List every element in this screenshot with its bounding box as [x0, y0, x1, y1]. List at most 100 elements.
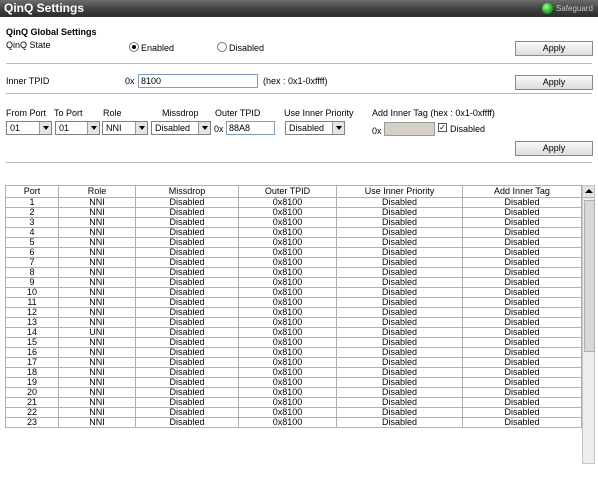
inner-tag-input[interactable]: [384, 122, 435, 136]
missdrop-cell: Disabled: [135, 417, 239, 428]
use-inner-priority-cell: Disabled: [336, 317, 463, 328]
role-cell: NNI: [58, 357, 136, 368]
table-row: 9 NNI Disabled 0x8100 Disabled Disabled: [5, 277, 582, 288]
title-bar: QinQ Settings Safeguard: [0, 0, 598, 17]
use-inner-priority-cell: Disabled: [336, 237, 463, 248]
outer-tpid-input[interactable]: 88A8: [226, 121, 275, 135]
add-inner-tag-cell: Disabled: [462, 327, 582, 338]
role-cell: NNI: [58, 227, 136, 238]
port-cell: 10: [5, 287, 59, 298]
table-scrollbar[interactable]: [582, 185, 595, 464]
table-row: 5 NNI Disabled 0x8100 Disabled Disabled: [5, 237, 582, 248]
role-label: Role: [103, 108, 122, 118]
use-inner-priority-cell: Disabled: [336, 247, 463, 258]
add-inner-tag-cell: Disabled: [462, 247, 582, 258]
table-row: 20 NNI Disabled 0x8100 Disabled Disabled: [5, 387, 582, 398]
use-inner-priority-cell: Disabled: [336, 267, 463, 278]
missdrop-cell: Disabled: [135, 327, 239, 338]
add-inner-tag-cell: Disabled: [462, 347, 582, 358]
missdrop-cell: Disabled: [135, 237, 239, 248]
port-cell: 5: [5, 237, 59, 248]
missdrop-cell: Disabled: [135, 397, 239, 408]
missdrop-cell: Disabled: [135, 197, 239, 208]
add-inner-tag-cell: Disabled: [462, 407, 582, 418]
role-cell: NNI: [58, 307, 136, 318]
outer-tpid-cell: 0x8100: [238, 357, 337, 368]
add-inner-tag-cell: Disabled: [462, 267, 582, 278]
scroll-up-arrow-icon[interactable]: [583, 186, 594, 198]
from-port-select[interactable]: 01: [6, 121, 52, 135]
missdrop-label: Missdrop: [162, 108, 199, 118]
use-inner-priority-select[interactable]: Disabled: [285, 121, 345, 135]
to-port-label: To Port: [54, 108, 83, 118]
qinq-enabled-radio[interactable]: [129, 42, 139, 52]
table-row: 16 NNI Disabled 0x8100 Disabled Disabled: [5, 347, 582, 358]
use-inner-priority-cell: Disabled: [336, 227, 463, 238]
table-row: 8 NNI Disabled 0x8100 Disabled Disabled: [5, 267, 582, 278]
inner-tpid-input[interactable]: 8100: [138, 74, 258, 88]
role-select[interactable]: NNI: [102, 121, 148, 135]
divider: [6, 162, 592, 163]
qinq-enabled-label: Enabled: [141, 43, 175, 53]
table-row: 15 NNI Disabled 0x8100 Disabled Disabled: [5, 337, 582, 348]
global-settings-heading: QinQ Global Settings: [6, 27, 97, 37]
missdrop-cell: Disabled: [135, 247, 239, 258]
tpid-apply-button[interactable]: Apply: [515, 75, 593, 90]
add-inner-tag-cell: Disabled: [462, 367, 582, 378]
missdrop-column-header: Missdrop: [135, 185, 239, 198]
add-inner-tag-cell: Disabled: [462, 337, 582, 348]
inner-tag-disabled-checkbox[interactable]: ✓: [438, 123, 447, 132]
table-row: 10 NNI Disabled 0x8100 Disabled Disabled: [5, 287, 582, 298]
add-inner-tag-cell: Disabled: [462, 357, 582, 368]
table-row: 12 NNI Disabled 0x8100 Disabled Disabled: [5, 307, 582, 318]
port-cell: 2: [5, 207, 59, 218]
add-inner-tag-column-header: Add Inner Tag: [462, 185, 582, 198]
outer-tpid-column-header: Outer TPID: [238, 185, 337, 198]
scrollbar-thumb[interactable]: [584, 200, 595, 352]
global-apply-button[interactable]: Apply: [515, 41, 593, 56]
missdrop-cell: Disabled: [135, 257, 239, 268]
table-row: 7 NNI Disabled 0x8100 Disabled Disabled: [5, 257, 582, 268]
use-inner-priority-cell: Disabled: [336, 277, 463, 288]
missdrop-cell: Disabled: [135, 407, 239, 418]
port-cell: 12: [5, 307, 59, 318]
role-cell: NNI: [58, 217, 136, 228]
outer-tpid-cell: 0x8100: [238, 337, 337, 348]
use-inner-priority-cell: Disabled: [336, 367, 463, 378]
use-inner-priority-cell: Disabled: [336, 217, 463, 228]
outer-tpid-cell: 0x8100: [238, 297, 337, 308]
missdrop-select[interactable]: Disabled: [151, 121, 211, 135]
add-inner-tag-cell: Disabled: [462, 297, 582, 308]
missdrop-cell: Disabled: [135, 317, 239, 328]
role-cell: NNI: [58, 407, 136, 418]
role-cell: NNI: [58, 337, 136, 348]
status-dot-icon: [542, 3, 553, 14]
missdrop-cell: Disabled: [135, 377, 239, 388]
role-value: NNI: [106, 123, 122, 133]
from-port-value: 01: [10, 123, 21, 133]
divider: [6, 93, 592, 94]
outer-tpid-cell: 0x8100: [238, 217, 337, 228]
qinq-disabled-radio[interactable]: [217, 42, 227, 52]
missdrop-value: Disabled: [155, 123, 191, 133]
add-inner-tag-cell: Disabled: [462, 417, 582, 428]
outer-tpid-cell: 0x8100: [238, 317, 337, 328]
outer-tpid-cell: 0x8100: [238, 347, 337, 358]
outer-tpid-cell: 0x8100: [238, 377, 337, 388]
outer-tpid-cell: 0x8100: [238, 327, 337, 338]
port-cell: 18: [5, 367, 59, 378]
port-apply-button[interactable]: Apply: [515, 141, 593, 156]
missdrop-cell: Disabled: [135, 307, 239, 318]
outer-tpid-cell: 0x8100: [238, 197, 337, 208]
add-inner-tag-cell: Disabled: [462, 217, 582, 228]
port-cell: 6: [5, 247, 59, 258]
add-inner-tag-cell: Disabled: [462, 387, 582, 398]
outer-tpid-cell: 0x8100: [238, 227, 337, 238]
add-inner-tag-cell: Disabled: [462, 207, 582, 218]
chevron-down-icon: [87, 122, 99, 134]
outer-tpid-cell: 0x8100: [238, 207, 337, 218]
missdrop-cell: Disabled: [135, 297, 239, 308]
port-cell: 21: [5, 397, 59, 408]
to-port-select[interactable]: 01: [55, 121, 100, 135]
role-column-header: Role: [58, 185, 136, 198]
